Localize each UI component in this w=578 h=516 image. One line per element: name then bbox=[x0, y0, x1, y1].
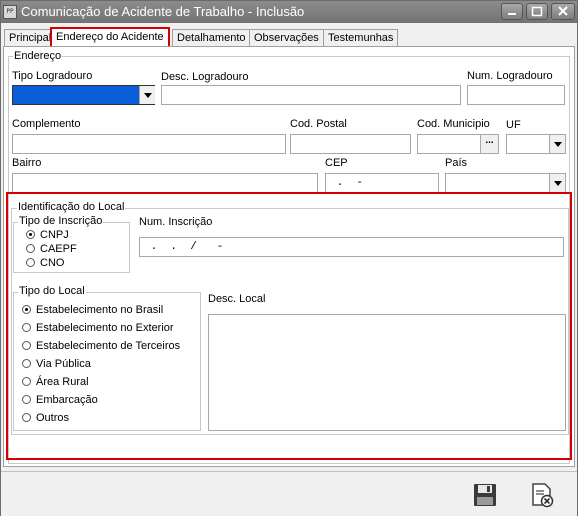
minimize-icon bbox=[508, 13, 516, 15]
close-icon bbox=[558, 6, 568, 16]
cod-municipio-lookup-button[interactable]: ... bbox=[480, 135, 498, 153]
desc-logradouro-input[interactable] bbox=[161, 85, 461, 105]
close-button[interactable] bbox=[551, 3, 575, 20]
window-title: Comunicação de Acidente de Trabalho - In… bbox=[21, 4, 305, 19]
pais-select[interactable] bbox=[445, 173, 566, 193]
tipo-logradouro-label: Tipo Logradouro bbox=[12, 70, 93, 82]
tab-endereco-do-acidente[interactable]: Endereço do Acidente bbox=[50, 27, 170, 47]
tipo-logradouro-select[interactable] bbox=[12, 85, 155, 105]
cod-municipio-label: Cod. Municipio bbox=[417, 118, 490, 130]
pais-label: País bbox=[445, 157, 468, 169]
cancel-document-icon bbox=[532, 483, 554, 508]
maximize-icon bbox=[531, 6, 543, 17]
minimize-button[interactable] bbox=[501, 3, 523, 20]
bairro-input[interactable] bbox=[12, 173, 318, 193]
window: PP Comunicação de Acidente de Trabalho -… bbox=[0, 0, 578, 516]
cep-input[interactable]: . - bbox=[325, 173, 439, 193]
pais-dropdown-icon[interactable] bbox=[549, 174, 565, 192]
tab-testemunhas[interactable]: Testemunhas bbox=[323, 29, 399, 46]
tab-principal[interactable]: Principal bbox=[4, 29, 57, 46]
save-button[interactable] bbox=[472, 482, 498, 508]
title-bar: PP Comunicação de Acidente de Trabalho -… bbox=[1, 1, 577, 23]
num-logradouro-input[interactable] bbox=[467, 85, 565, 105]
maximize-button[interactable] bbox=[526, 3, 548, 20]
bottom-toolbar bbox=[1, 471, 577, 516]
highlight-frame bbox=[6, 192, 572, 460]
bairro-label: Bairro bbox=[12, 157, 42, 169]
num-logradouro-label: Num. Logradouro bbox=[467, 70, 553, 82]
cod-postal-label: Cod. Postal bbox=[290, 118, 347, 130]
uf-label: UF bbox=[506, 119, 521, 131]
cep-label: CEP bbox=[325, 157, 348, 169]
tipo-logradouro-dropdown-icon[interactable] bbox=[139, 86, 155, 104]
floppy-disk-icon bbox=[474, 484, 496, 506]
uf-dropdown-icon[interactable] bbox=[549, 135, 565, 153]
desc-logradouro-label: Desc. Logradouro bbox=[161, 71, 249, 83]
complemento-label: Complemento bbox=[12, 118, 81, 130]
tab-bar: Principal Endereço do Acidente Detalhame… bbox=[1, 27, 577, 47]
complemento-input[interactable] bbox=[12, 134, 286, 154]
cod-postal-input[interactable] bbox=[290, 134, 411, 154]
cancel-button[interactable] bbox=[529, 482, 555, 508]
tab-observacoes[interactable]: Observações bbox=[249, 29, 324, 46]
app-icon: PP bbox=[3, 5, 17, 19]
tab-detalhamento[interactable]: Detalhamento bbox=[172, 29, 251, 46]
endereco-legend: Endereço bbox=[13, 50, 63, 62]
